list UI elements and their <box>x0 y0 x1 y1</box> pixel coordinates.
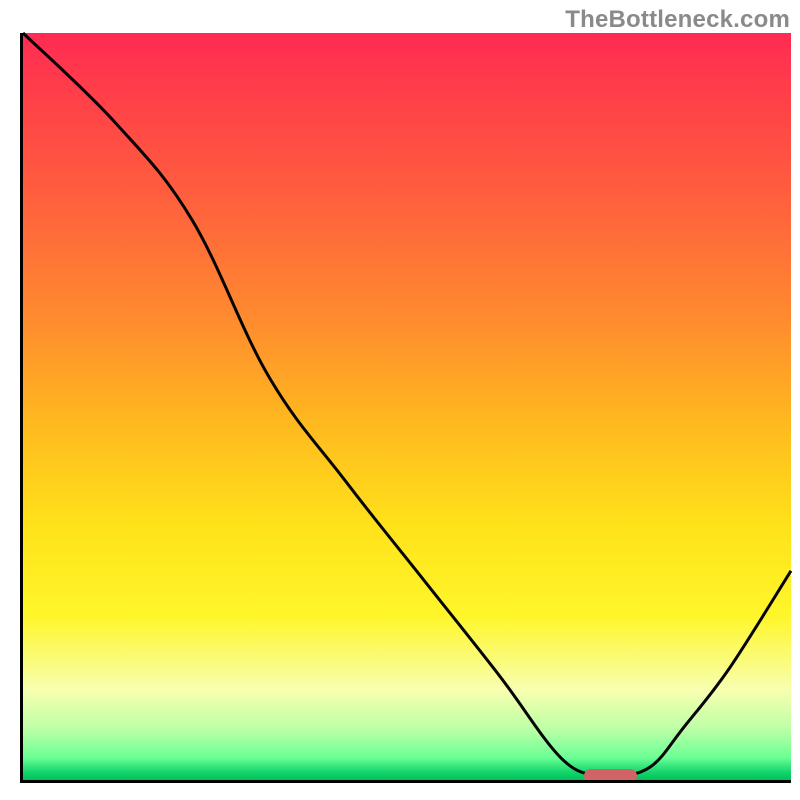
chart-container: TheBottleneck.com <box>0 0 800 800</box>
axis-left <box>20 33 23 783</box>
bottleneck-curve-svg <box>23 33 791 780</box>
axis-bottom <box>20 780 791 783</box>
bottleneck-curve-path <box>23 33 791 778</box>
watermark-text: TheBottleneck.com <box>565 6 790 34</box>
